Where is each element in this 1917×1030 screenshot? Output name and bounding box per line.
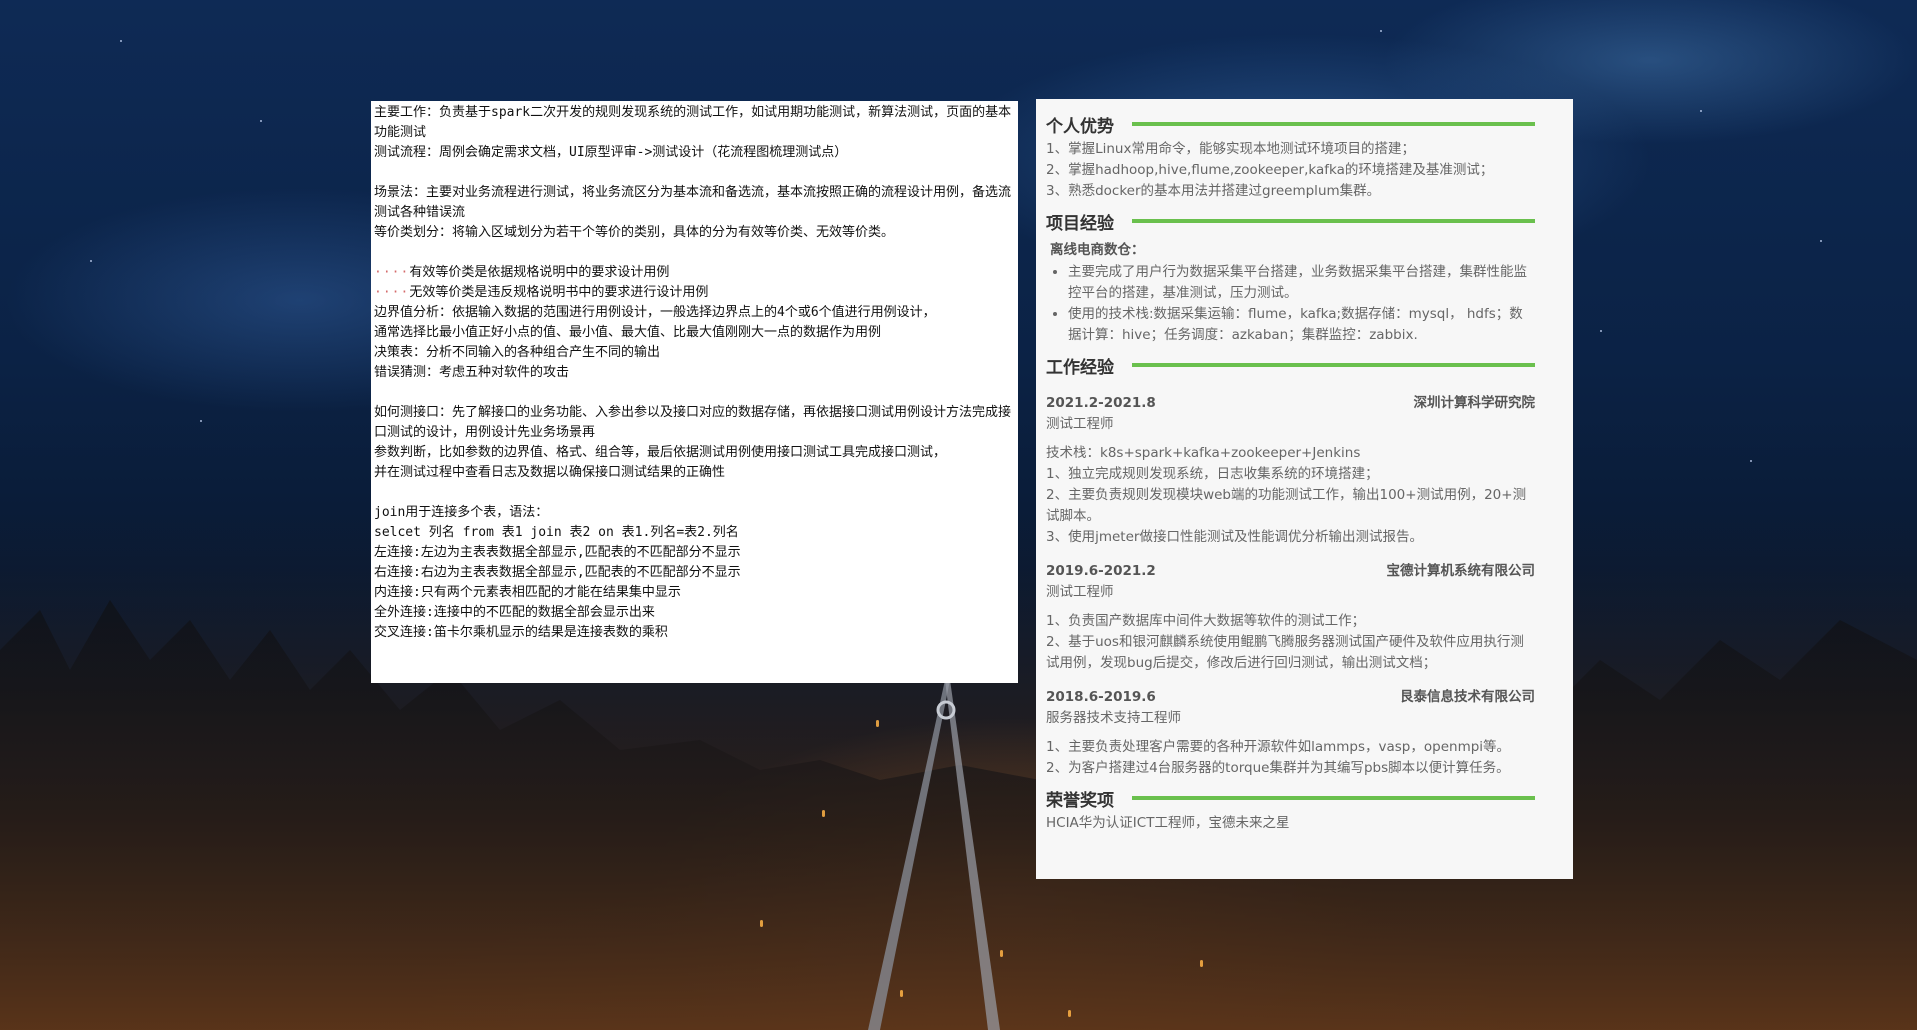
- notes-window[interactable]: 主要工作：负责基于spark二次开发的规则发现系统的测试工作，如试用期功能测试，…: [371, 101, 1018, 683]
- notes-line: 决策表：分析不同输入的各种组合产生不同的输出: [374, 345, 661, 360]
- advantage-item: 1、掌握Linux常用命令，能够实现本地测试环境项目的搭建；: [1046, 141, 1415, 157]
- notes-line: [374, 383, 1014, 403]
- job-company: 宝德计算机系统有限公司: [1386, 563, 1536, 579]
- job-role: 测试工程师: [1046, 584, 1114, 600]
- indent-dots: ····: [374, 265, 410, 280]
- notes-line: 主要工作：负责基于spark二次开发的规则发现系统的测试工作，如试用期功能测试，…: [374, 105, 1012, 140]
- notes-line-indented: ····有效等价类是依据规格说明中的要求设计用例: [374, 263, 1014, 283]
- notes-line: 全外连接:连接中的不匹配的数据全部会显示出来: [374, 605, 655, 620]
- notes-line: 场景法：主要对业务流程进行测试，将业务流区分为基本流和备选流，基本流按照正确的流…: [374, 185, 1012, 220]
- job-entry: 2019.6-2021.2 宝德计算机系统有限公司 测试工程师 1、负责国产数据…: [1046, 560, 1535, 674]
- section-header-honors: 荣誉奖项: [1046, 783, 1535, 813]
- job-company: 艮泰信息技术有限公司: [1400, 689, 1535, 705]
- job-detail: 1、主要负责处理客户需要的各种开源软件如lammps，vasp，openmpi等…: [1046, 739, 1511, 755]
- section-divider: [1132, 219, 1535, 223]
- job-detail: 2、基于uos和银河麒麟系统使用鲲鹏飞腾服务器测试国产硬件及软件应用执行测试用例…: [1046, 634, 1524, 671]
- notes-line: selcet 列名 from 表1 join 表2 on 表1.列名=表2.列名: [374, 525, 739, 540]
- notes-line: 左连接:左边为主表表数据全部显示,匹配表的不匹配部分不显示: [374, 545, 741, 560]
- notes-line-indented: ····无效等价类是违反规格说明书中的要求进行设计用例: [374, 283, 1014, 303]
- notes-line: 如何测接口：先了解接口的业务功能、入参出参以及接口对应的数据存储，再依据接口测试…: [374, 405, 1012, 440]
- section-header-advantages: 个人优势: [1046, 109, 1535, 139]
- indent-dots: ····: [374, 285, 410, 300]
- resume-window[interactable]: 个人优势 1、掌握Linux常用命令，能够实现本地测试环境项目的搭建； 2、掌握…: [1036, 99, 1573, 879]
- job-header: 2021.2-2021.8 深圳计算科学研究院: [1046, 392, 1535, 414]
- notes-line: 测试流程：周例会确定需求文档，UI原型评审->测试设计（花流程图梳理测试点）: [374, 145, 848, 160]
- notes-line: 交叉连接:笛卡尔乘机显示的结果是连接表数的乘积: [374, 625, 668, 640]
- notes-line: 错误猜测：考虑五种对软件的攻击: [374, 365, 570, 380]
- notes-line: 等价类划分：将输入区域划分为若干个等价的类别，具体的分为有效等价类、无效等价类。: [374, 225, 895, 240]
- job-detail: 1、负责国产数据库中间件大数据等软件的测试工作；: [1046, 613, 1366, 629]
- job-company: 深圳计算科学研究院: [1413, 395, 1536, 411]
- section-divider: [1132, 122, 1535, 126]
- job-role: 测试工程师: [1046, 416, 1114, 432]
- notes-line: 边界值分析：依据输入数据的范围进行用例设计，一般选择边界点上的4个或6个值进行用…: [374, 305, 936, 320]
- job-detail: 3、使用jmeter做接口性能测试及性能调优分析输出测试报告。: [1046, 529, 1423, 545]
- notes-line-text: 有效等价类是依据规格说明中的要求设计用例: [409, 265, 670, 280]
- job-period: 2021.2-2021.8: [1046, 395, 1156, 411]
- job-detail: 技术栈：k8s+spark+kafka+zookeeper+Jenkins: [1046, 445, 1361, 461]
- job-detail: 2、主要负责规则发现模块web端的功能测试工作，输出100+测试用例，20+测试…: [1046, 487, 1527, 524]
- job-period: 2019.6-2021.2: [1046, 563, 1156, 579]
- job-header: 2019.6-2021.2 宝德计算机系统有限公司: [1046, 560, 1535, 582]
- notes-line: 参数判断，比如参数的边界值、格式、组合等，最后依据测试用例使用接口测试工具完成接…: [374, 445, 947, 460]
- job-detail: 1、独立完成规则发现系统，日志收集系统的环境搭建；: [1046, 466, 1379, 482]
- notes-line: [374, 483, 1014, 503]
- notes-line: 内连接:只有两个元素表相匹配的才能在结果集中显示: [374, 585, 681, 600]
- notes-line-text: 无效等价类是违反规格说明书中的要求进行设计用例: [409, 285, 709, 300]
- job-period: 2018.6-2019.6: [1046, 689, 1156, 705]
- notes-line: 右连接:右边为主表表数据全部显示,匹配表的不匹配部分不显示: [374, 565, 741, 580]
- section-divider: [1132, 796, 1535, 800]
- section-title: 工作经验: [1046, 357, 1114, 378]
- project-name: 离线电商数仓：: [1050, 242, 1145, 258]
- section-title: 荣誉奖项: [1046, 790, 1114, 811]
- project-bullet: 主要完成了用户行为数据采集平台搭建，业务数据采集平台搭建，集群性能监控平台的搭建…: [1068, 262, 1535, 304]
- job-header: 2018.6-2019.6 艮泰信息技术有限公司: [1046, 686, 1535, 708]
- notes-line: 通常选择比最小值正好小点的值、最小值、最大值、比最大值刚刚大一点的数据作为用例: [374, 325, 882, 340]
- section-divider: [1132, 363, 1535, 367]
- job-entry: 2018.6-2019.6 艮泰信息技术有限公司 服务器技术支持工程师 1、主要…: [1046, 686, 1535, 779]
- job-role: 服务器技术支持工程师: [1046, 710, 1181, 726]
- notes-line: 并在测试过程中查看日志及数据以确保接口测试结果的正确性: [374, 465, 726, 480]
- pole-decoration: [868, 680, 1000, 1030]
- advantage-item: 3、熟悉docker的基本用法并搭建过greemplum集群。: [1046, 183, 1381, 199]
- section-title: 项目经验: [1046, 213, 1114, 234]
- honors-text: HCIA华为认证ICT工程师，宝德未来之星: [1046, 815, 1290, 831]
- project-bullet: 使用的技术栈:数据采集运输：flume，kafka;数据存储：mysql， hd…: [1068, 304, 1535, 346]
- advantage-item: 2、掌握hadhoop,hive,flume,zookeeper,kafka的环…: [1046, 162, 1494, 178]
- section-title: 个人优势: [1046, 116, 1114, 137]
- notes-line: [374, 243, 1014, 263]
- job-entry: 2021.2-2021.8 深圳计算科学研究院 测试工程师 技术栈：k8s+sp…: [1046, 392, 1535, 548]
- section-header-work: 工作经验: [1046, 350, 1535, 380]
- section-header-projects: 项目经验: [1046, 206, 1535, 236]
- notes-line: join用于连接多个表，语法：: [374, 505, 549, 520]
- project-bullets: 主要完成了用户行为数据采集平台搭建，业务数据采集平台搭建，集群性能监控平台的搭建…: [1046, 262, 1535, 346]
- notes-line: [374, 163, 1014, 183]
- job-detail: 2、为客户搭建过4台服务器的torque集群并为其编写pbs脚本以便计算任务。: [1046, 760, 1510, 776]
